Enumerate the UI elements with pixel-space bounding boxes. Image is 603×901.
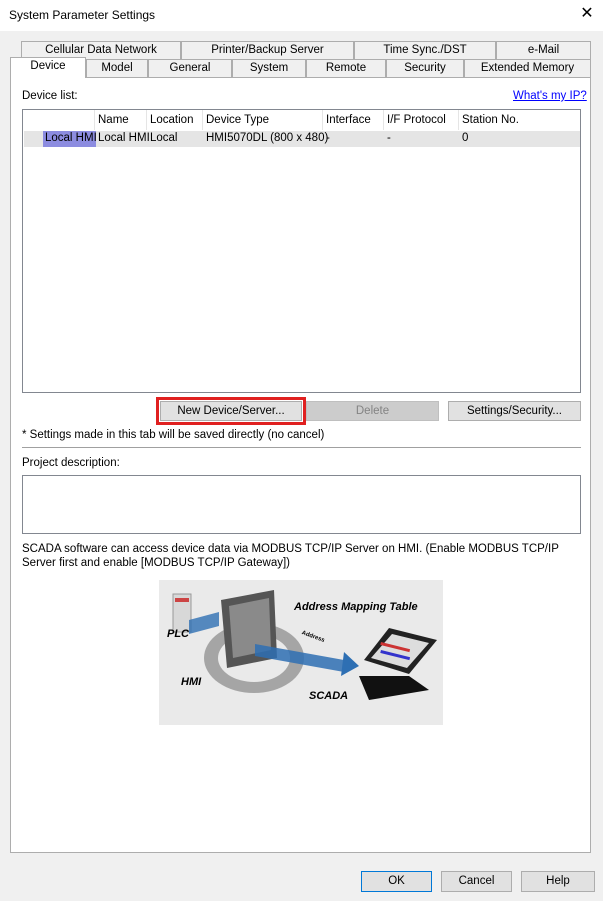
cancel-button[interactable]: Cancel (441, 871, 512, 892)
tab-remote[interactable]: Remote (306, 59, 386, 77)
tab-email[interactable]: e-Mail (496, 41, 591, 59)
plc-label: PLC (167, 628, 189, 640)
address-mapping-label: Address Mapping Table (294, 601, 418, 613)
whats-my-ip-link[interactable]: What's my IP? (513, 90, 587, 102)
modbus-diagram: Address Mapping Table PLC HMI SCADA Addr… (159, 580, 443, 725)
cell-station-no: 0 (462, 132, 469, 144)
table-row[interactable]: Local HMI Local HMI Local HMI5070DL (800… (24, 131, 580, 147)
cell-if-protocol: - (387, 132, 391, 144)
divider (22, 447, 581, 448)
row-selection-label: Local HMI (43, 131, 97, 147)
device-list-label: Device list: (22, 90, 78, 102)
tab-printer-backup-server[interactable]: Printer/Backup Server (181, 41, 354, 59)
tab-security[interactable]: Security (386, 59, 464, 77)
column-header-icon[interactable] (23, 110, 95, 130)
highlight-box (156, 397, 306, 425)
tab-extended-memory[interactable]: Extended Memory (464, 59, 591, 77)
project-description-field[interactable] (22, 475, 581, 534)
column-header-name[interactable]: Name (95, 110, 147, 130)
delete-button[interactable]: Delete (306, 401, 439, 421)
tab-device[interactable]: Device (10, 57, 86, 78)
cell-name: Local HMI (98, 132, 150, 144)
tab-model[interactable]: Model (86, 59, 148, 77)
project-description-label: Project description: (22, 457, 120, 469)
hmi-label: HMI (181, 676, 202, 688)
cell-interface: - (326, 132, 330, 144)
window-title: System Parameter Settings (9, 8, 156, 22)
tab-general[interactable]: General (148, 59, 232, 77)
tab-system[interactable]: System (232, 59, 306, 77)
column-header-station-no[interactable]: Station No. (459, 110, 580, 130)
cell-location: Local (150, 132, 178, 144)
settings-security-button[interactable]: Settings/Security... (448, 401, 581, 421)
cell-device-type: HMI5070DL (800 x 480) (206, 132, 329, 144)
column-header-location[interactable]: Location (147, 110, 203, 130)
tab-time-sync-dst[interactable]: Time Sync./DST (354, 41, 496, 59)
settings-note: * Settings made in this tab will be save… (22, 429, 325, 441)
column-header-device-type[interactable]: Device Type (203, 110, 323, 130)
close-icon[interactable]: ✕ (577, 4, 597, 24)
title-bar: System Parameter Settings ✕ (0, 0, 603, 31)
footer-bar: OK Cancel Help (0, 865, 603, 901)
scada-label: SCADA (309, 690, 349, 702)
help-button[interactable]: Help (521, 871, 595, 892)
ok-button[interactable]: OK (361, 871, 432, 892)
scada-info-text: SCADA software can access device data vi… (22, 543, 559, 569)
column-header-if-protocol[interactable]: I/F Protocol (384, 110, 459, 130)
device-list[interactable]: Name Location Device Type Interface I/F … (22, 109, 581, 393)
column-header-interface[interactable]: Interface (323, 110, 384, 130)
